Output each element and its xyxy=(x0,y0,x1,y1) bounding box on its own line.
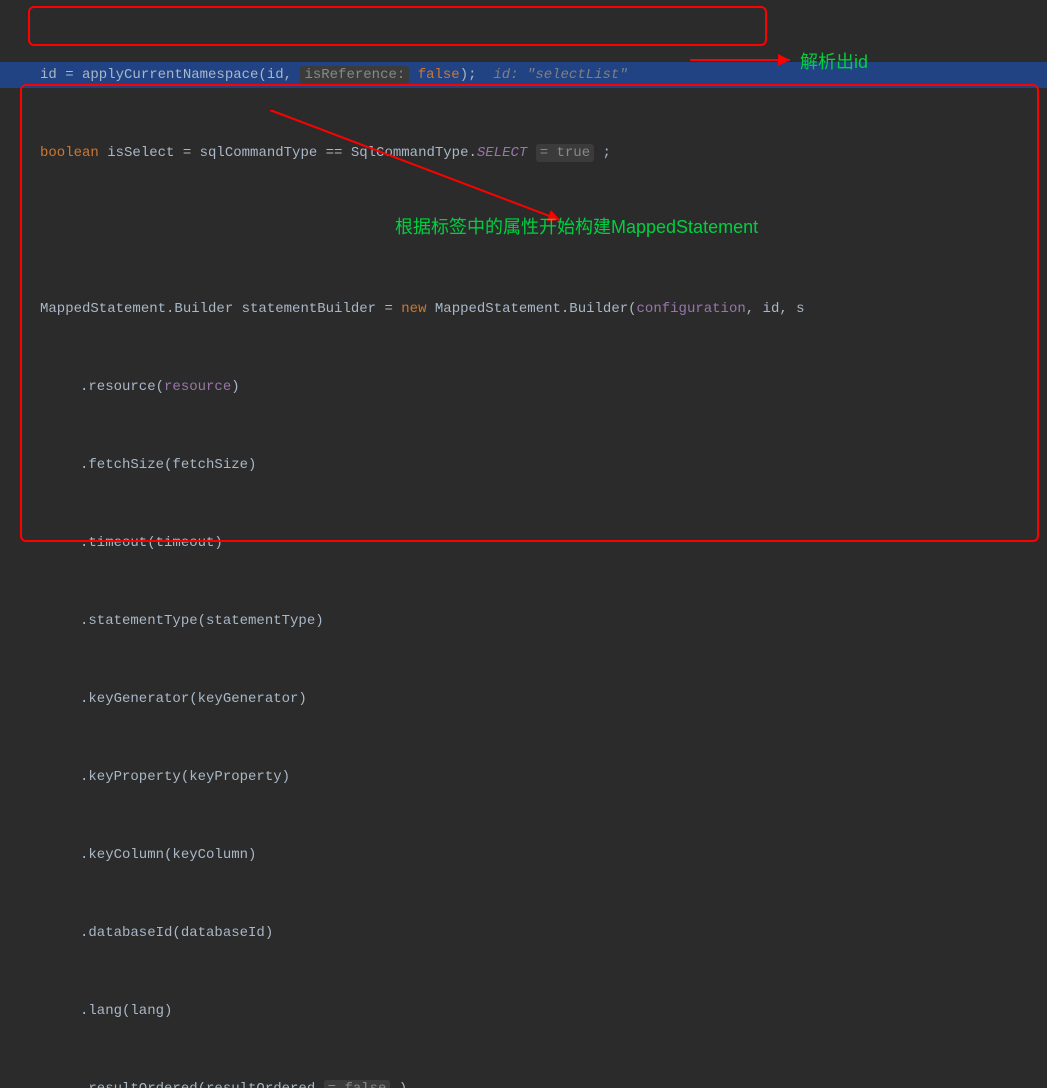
param: resource xyxy=(164,379,231,395)
code-line[interactable]: .keyProperty(keyProperty) xyxy=(0,764,1047,790)
inline-hint: = false xyxy=(324,1080,391,1088)
inline-comment: id: "selectList" xyxy=(493,67,627,83)
code-line[interactable]: .statementType(statementType) xyxy=(0,608,1047,634)
keyword: boolean xyxy=(40,145,99,161)
param: configuration xyxy=(637,301,746,317)
code-line[interactable]: id = applyCurrentNamespace(id, isReferen… xyxy=(0,62,1047,88)
keyword-false: false xyxy=(418,67,460,83)
code-line[interactable]: .keyColumn(keyColumn) xyxy=(0,842,1047,868)
code-line[interactable]: .lang(lang) xyxy=(0,998,1047,1024)
code-line[interactable]: .fetchSize(fetchSize) xyxy=(0,452,1047,478)
code-text: .fetchSize(fetchSize) xyxy=(80,457,256,473)
code-line[interactable]: .keyGenerator(keyGenerator) xyxy=(0,686,1047,712)
code-line[interactable]: MappedStatement.Builder statementBuilder… xyxy=(0,296,1047,322)
code-text: id = applyCurrentNamespace(id, xyxy=(40,67,300,83)
code-text: ) xyxy=(231,379,239,395)
code-text: MappedStatement.Builder( xyxy=(426,301,636,317)
code-text: .lang(lang) xyxy=(80,1003,172,1019)
code-text: ; xyxy=(603,145,611,161)
code-text: .keyProperty(keyProperty) xyxy=(80,769,290,785)
code-text: .keyColumn(keyColumn) xyxy=(80,847,256,863)
code-text: MappedStatement.Builder statementBuilder… xyxy=(40,301,401,317)
code-line[interactable]: .databaseId(databaseId) xyxy=(0,920,1047,946)
code-line[interactable]: .resultOrdered(resultOrdered = false ) xyxy=(0,1076,1047,1088)
inline-hint: isReference: xyxy=(300,66,409,84)
code-text: .statementType(statementType) xyxy=(80,613,324,629)
code-text: ); xyxy=(460,67,494,83)
code-text: .resource( xyxy=(80,379,164,395)
inline-hint: = true xyxy=(536,144,594,162)
code-line[interactable] xyxy=(0,218,1047,244)
code-text: isSelect = sqlCommandType == SqlCommandT… xyxy=(99,145,477,161)
code-line[interactable]: .resource(resource) xyxy=(0,374,1047,400)
keyword-new: new xyxy=(401,301,426,317)
code-text: ) xyxy=(390,1081,407,1088)
code-text: .databaseId(databaseId) xyxy=(80,925,273,941)
code-text: .timeout(timeout) xyxy=(80,535,223,551)
code-line[interactable]: .timeout(timeout) xyxy=(0,530,1047,556)
code-text: .keyGenerator(keyGenerator) xyxy=(80,691,307,707)
static-field: SELECT xyxy=(477,145,527,161)
code-text: .resultOrdered(resultOrdered xyxy=(80,1081,324,1088)
code-text: , id, s xyxy=(746,301,805,317)
code-line[interactable]: boolean isSelect = sqlCommandType == Sql… xyxy=(0,140,1047,166)
code-editor[interactable]: id = applyCurrentNamespace(id, isReferen… xyxy=(0,0,1047,1088)
